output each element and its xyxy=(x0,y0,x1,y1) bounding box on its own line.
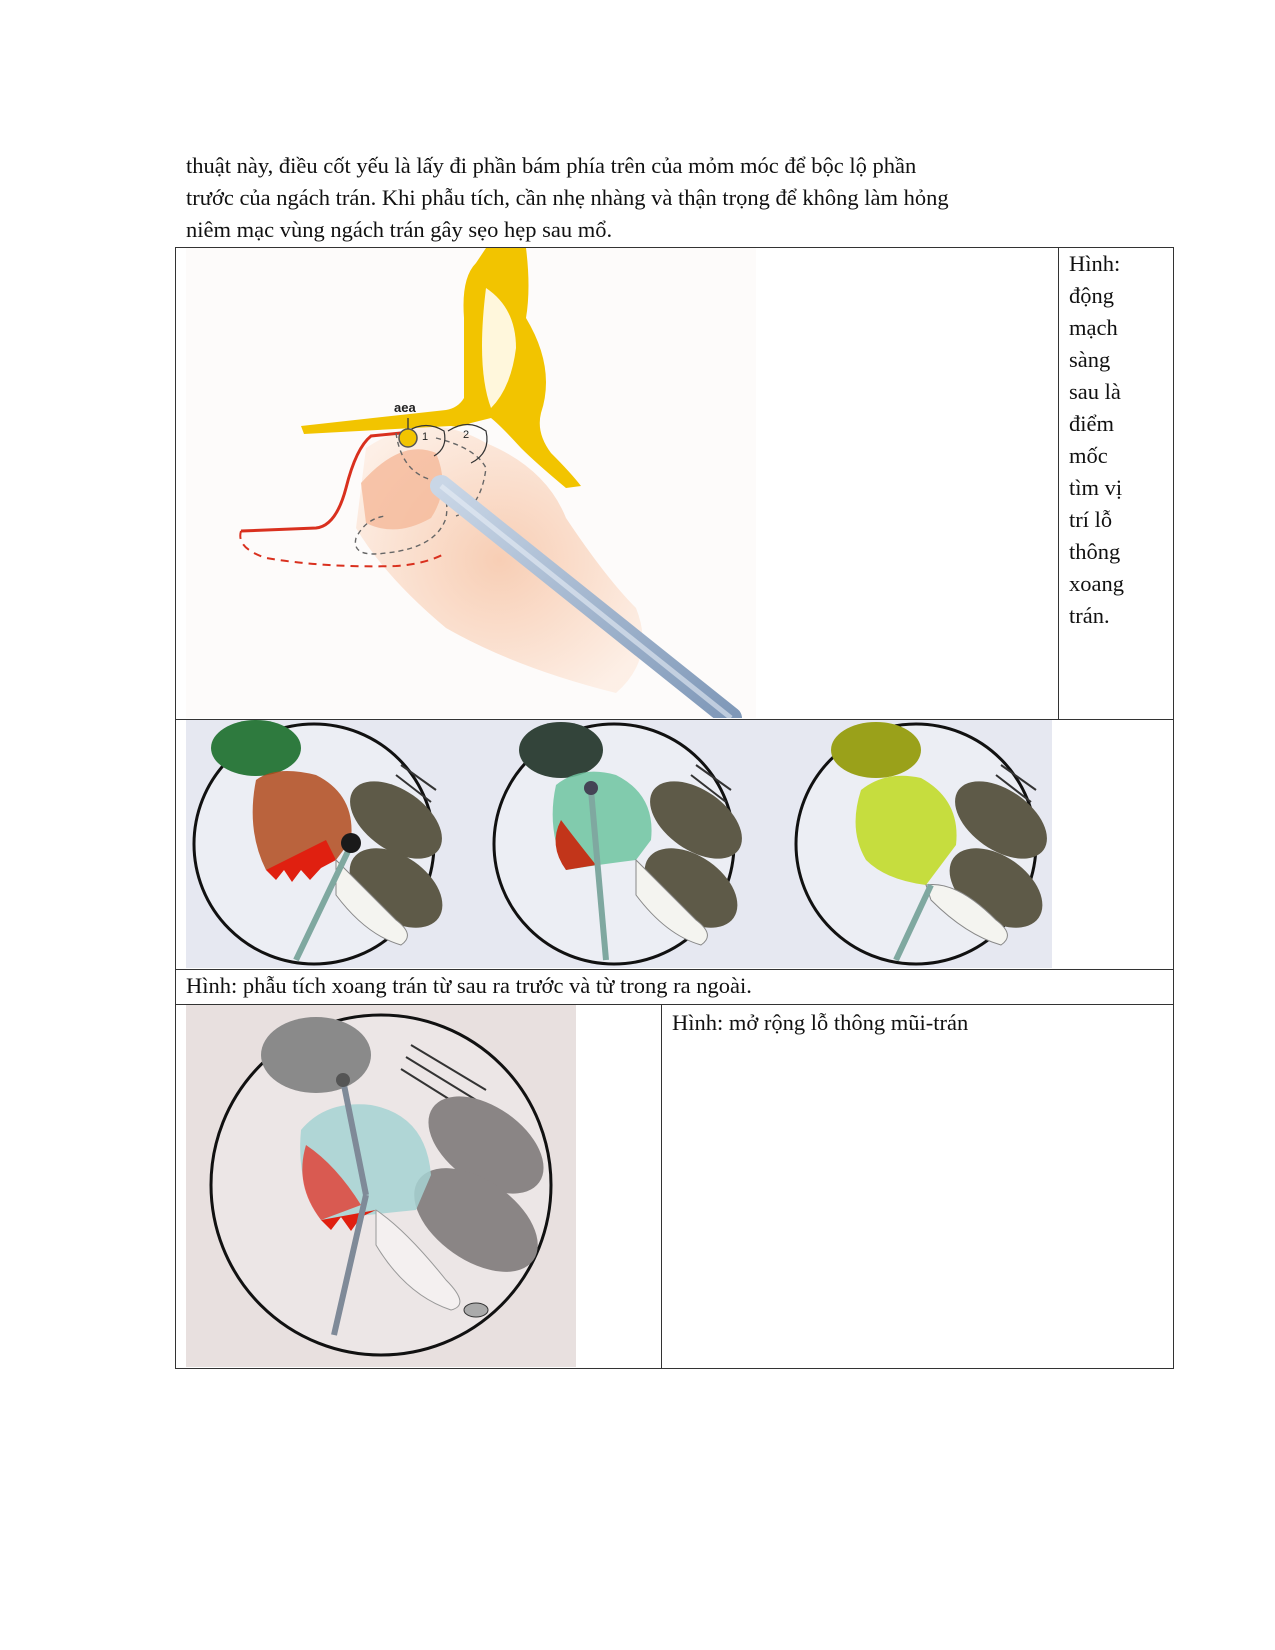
intro-paragraph: thuật này, điều cốt yếu là lấy đi phần b… xyxy=(186,150,1086,246)
artery-marker xyxy=(398,428,418,448)
figure3-caption: Hình: mở rộng lỗ thông mũi-trán xyxy=(661,1004,1174,1369)
figure-table: aea 1 2 Hình: động mạch sàng sau là điểm… xyxy=(175,247,1174,1369)
cell-label-2: 2 xyxy=(463,429,469,441)
figure3-panel xyxy=(186,1005,576,1367)
artery-label: aea xyxy=(394,400,416,415)
cell-label-1: 1 xyxy=(422,431,428,443)
intro-line: thuật này, điều cốt yếu là lấy đi phần b… xyxy=(186,153,917,178)
intro-line: niêm mạc vùng ngách trán gây sẹo hẹp sau… xyxy=(186,217,613,242)
figure3-cell xyxy=(175,1004,662,1369)
figure2-cell xyxy=(175,719,1174,970)
figure2-panels xyxy=(186,720,1052,968)
figure1-cell: aea 1 2 xyxy=(175,247,1059,720)
figure1-caption: Hình: động mạch sàng sau là điểm mốc tìm… xyxy=(1058,247,1174,720)
figure2-caption: Hình: phẫu tích xoang trán từ sau ra trư… xyxy=(175,969,1174,1005)
figure1-diagram: aea 1 2 xyxy=(186,248,756,718)
intro-line: trước của ngách trán. Khi phẫu tích, cần… xyxy=(186,185,949,210)
